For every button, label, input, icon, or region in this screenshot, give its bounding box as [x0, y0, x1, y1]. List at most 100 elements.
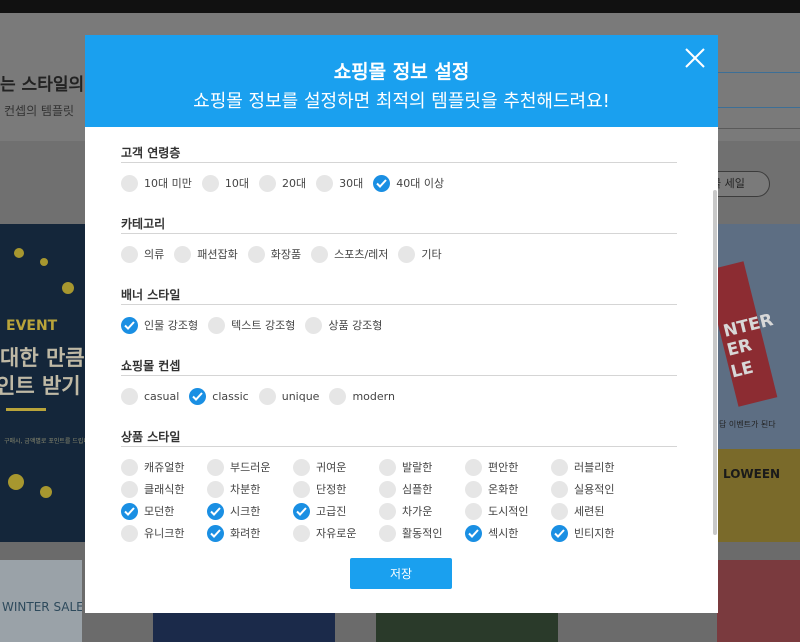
option-product-style[interactable]: 고급진: [293, 500, 379, 522]
checkbox[interactable]: [379, 480, 396, 498]
option-product-style[interactable]: 세련된: [551, 500, 637, 522]
checkbox[interactable]: [316, 174, 334, 192]
checkbox[interactable]: [379, 502, 396, 520]
checkbox[interactable]: [121, 480, 138, 498]
template-card-halloween[interactable]: LOWEEN: [717, 449, 800, 542]
checkbox[interactable]: [121, 174, 138, 192]
option-product-style[interactable]: 단정한: [293, 478, 379, 500]
option-product-style[interactable]: 캐쥬얼한: [121, 456, 207, 478]
option-concept[interactable]: unique: [258, 385, 319, 407]
checkbox[interactable]: [379, 458, 396, 476]
checkbox[interactable]: [247, 245, 265, 263]
checkbox[interactable]: [465, 524, 482, 542]
option-product-style[interactable]: 부드러운: [207, 456, 293, 478]
close-button[interactable]: [682, 45, 708, 71]
option-concept[interactable]: modern: [329, 385, 395, 407]
option-age[interactable]: 20대: [258, 172, 306, 194]
checkbox[interactable]: [293, 524, 310, 542]
checkbox[interactable]: [293, 480, 310, 498]
template-card-bottom-2[interactable]: [376, 612, 558, 642]
checkbox[interactable]: [305, 316, 323, 334]
option-product-style[interactable]: 심플한: [379, 478, 465, 500]
checkbox[interactable]: [121, 316, 138, 334]
checkbox[interactable]: [201, 174, 219, 192]
option-product-style[interactable]: 차가운: [379, 500, 465, 522]
option-product-style[interactable]: 빈티지한: [551, 522, 637, 544]
option-concept[interactable]: casual: [121, 385, 179, 407]
checkbox[interactable]: [121, 524, 138, 542]
checkbox[interactable]: [293, 458, 310, 476]
checkbox[interactable]: [373, 174, 391, 192]
option-age[interactable]: 30대: [316, 172, 363, 194]
checkbox[interactable]: [207, 502, 224, 520]
checkbox[interactable]: [121, 387, 138, 405]
option-category[interactable]: 화장품: [247, 243, 301, 265]
option-product-style[interactable]: 도시적인: [465, 500, 551, 522]
checkbox[interactable]: [121, 502, 138, 520]
option-age[interactable]: 40대 이상: [373, 172, 444, 194]
checkbox[interactable]: [398, 245, 416, 263]
checkbox[interactable]: [311, 245, 329, 263]
option-category[interactable]: 패션잡화: [174, 243, 238, 265]
template-card-winter-sale[interactable]: WINTER SALE: [0, 560, 82, 642]
save-button[interactable]: 저장: [350, 558, 452, 589]
option-product-style[interactable]: 편안한: [465, 456, 551, 478]
option-label: 클래식한: [144, 483, 185, 496]
option-age[interactable]: 10대 미만: [121, 172, 192, 194]
modal-title: 쇼핑몰 정보 설정: [333, 61, 470, 83]
checkbox[interactable]: [258, 174, 276, 192]
option-product-style[interactable]: 유니크한: [121, 522, 207, 544]
checkbox[interactable]: [465, 458, 482, 476]
option-category[interactable]: 기타: [398, 243, 442, 265]
modal-scrollbar[interactable]: [713, 190, 717, 535]
checkbox[interactable]: [121, 458, 138, 476]
checkbox[interactable]: [258, 387, 276, 405]
option-product-style[interactable]: 클래식한: [121, 478, 207, 500]
checkbox[interactable]: [551, 502, 568, 520]
template-card-winter[interactable]: NTER ER LE 답 이벤트가 된다: [717, 224, 800, 449]
checkbox[interactable]: [465, 502, 482, 520]
checkbox[interactable]: [121, 245, 138, 263]
checkbox[interactable]: [207, 524, 224, 542]
option-product-style[interactable]: 차분한: [207, 478, 293, 500]
checkbox[interactable]: [551, 480, 568, 498]
template-card-bottom-1[interactable]: [153, 612, 335, 642]
option-product-style[interactable]: 활동적인: [379, 522, 465, 544]
checkbox[interactable]: [189, 387, 207, 405]
checkbox[interactable]: [551, 458, 568, 476]
option-label: 온화한: [488, 483, 519, 496]
option-banner-style[interactable]: 텍스트 강조형: [208, 314, 295, 336]
checkbox[interactable]: [329, 387, 347, 405]
option-category[interactable]: 의류: [121, 243, 164, 265]
option-product-style[interactable]: 실용적인: [551, 478, 637, 500]
search-box[interactable]: [716, 72, 800, 108]
option-product-style[interactable]: 시크한: [207, 500, 293, 522]
checkbox[interactable]: [293, 502, 310, 520]
checkbox[interactable]: [207, 458, 224, 476]
option-product-style[interactable]: 발랄한: [379, 456, 465, 478]
option-product-style[interactable]: 자유로운: [293, 522, 379, 544]
checkbox[interactable]: [465, 480, 482, 498]
option-banner-style[interactable]: 인물 강조형: [121, 314, 198, 336]
option-product-style[interactable]: 러블리한: [551, 456, 637, 478]
option-label: 10대: [224, 177, 249, 190]
option-label: 자유로운: [316, 527, 357, 540]
option-product-style[interactable]: 온화한: [465, 478, 551, 500]
checkbox[interactable]: [379, 524, 396, 542]
option-age[interactable]: 10대: [201, 172, 249, 194]
option-product-style[interactable]: 귀여운: [293, 456, 379, 478]
option-concept[interactable]: classic: [189, 385, 249, 407]
option-banner-style[interactable]: 상품 강조형: [305, 314, 382, 336]
checkbox[interactable]: [207, 480, 224, 498]
option-product-style[interactable]: 모던한: [121, 500, 207, 522]
checkbox[interactable]: [174, 245, 192, 263]
option-product-style[interactable]: 섹시한: [465, 522, 551, 544]
checkbox[interactable]: [208, 316, 226, 334]
option-product-style[interactable]: 화려한: [207, 522, 293, 544]
shop-settings-modal: 쇼핑몰 정보 설정 쇼핑몰 정보를 설정하면 최적의 템플릿을 추천해드려요! …: [85, 35, 718, 613]
template-card-event[interactable]: EVENT 대한 만큼 인트 받기 구매시, 금액별로 포인트를 드립니다: [0, 224, 85, 542]
option-category[interactable]: 스포츠/레저: [311, 243, 388, 265]
option-label: modern: [352, 389, 395, 403]
template-card-bottom-3[interactable]: [717, 560, 800, 642]
checkbox[interactable]: [551, 524, 568, 542]
